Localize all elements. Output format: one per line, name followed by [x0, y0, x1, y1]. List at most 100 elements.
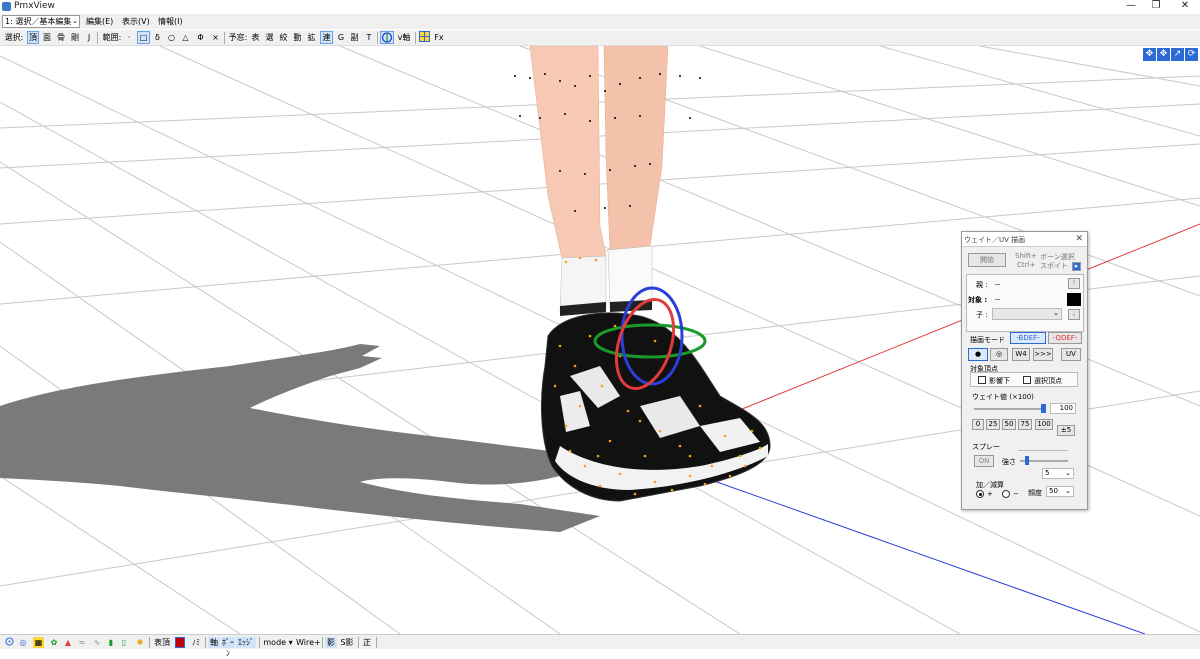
rotate-icon[interactable]: ⟳: [1185, 48, 1198, 61]
select-face-button[interactable]: 面: [41, 31, 53, 44]
weight-slider-track[interactable]: [974, 408, 1046, 410]
status-divider: [358, 637, 359, 648]
weight-preset-25[interactable]: 25: [986, 419, 1000, 430]
minimize-button[interactable]: —: [1118, 0, 1144, 13]
axis-toggle[interactable]: 軸: [208, 637, 220, 648]
menu-view[interactable]: 表示(V): [122, 16, 150, 27]
select-rigid-button[interactable]: 剛: [69, 31, 81, 44]
lock-move-button[interactable]: 動: [292, 31, 303, 44]
qdef-button[interactable]: -QDEF-: [1048, 332, 1082, 344]
lock-show-button[interactable]: 表: [250, 31, 261, 44]
select-bone-button[interactable]: 骨: [55, 31, 67, 44]
bone-toggle[interactable]: ﾎﾞｰﾝ: [221, 637, 235, 658]
weight-slider-thumb[interactable]: [1041, 404, 1046, 413]
morph-icon[interactable]: ≈: [77, 637, 87, 648]
weight-value-input[interactable]: 100: [1050, 403, 1076, 414]
show-vertex-label[interactable]: 表頂: [152, 637, 172, 648]
target-icon[interactable]: [4, 637, 14, 648]
weight-preset-100[interactable]: 100: [1035, 419, 1053, 430]
grid-icon[interactable]: [418, 31, 431, 44]
brush-ring-button[interactable]: ◎: [990, 348, 1008, 361]
bdef-button[interactable]: -BDEF-: [1010, 332, 1046, 344]
range-circle-button[interactable]: ○: [166, 31, 177, 44]
title-bar: PmxView — ❐ ✕: [0, 0, 1200, 13]
wire-toggle[interactable]: Wire+: [296, 637, 321, 648]
select-joint-button[interactable]: J: [84, 31, 94, 44]
target-color-swatch[interactable]: [1067, 293, 1081, 306]
frequency-select[interactable]: 50 ⌄: [1046, 486, 1074, 497]
child-label: 子 :: [976, 311, 988, 319]
lock-filter-button[interactable]: 絞: [278, 31, 289, 44]
zoom-icon[interactable]: ↗: [1171, 48, 1184, 61]
menu-edit[interactable]: 編集(E): [86, 16, 113, 27]
uv-button[interactable]: UV: [1061, 348, 1081, 361]
edit-mode-select[interactable]: 1: 選択／基本編集 ⌄: [2, 15, 80, 28]
axis-gizmo-icon[interactable]: [380, 31, 394, 44]
w4-button[interactable]: W4: [1012, 348, 1030, 361]
maximize-button[interactable]: ❐: [1143, 0, 1169, 13]
shadow-toggle[interactable]: 影: [325, 637, 337, 648]
v-axis-button[interactable]: v軸: [396, 31, 412, 44]
normal-label[interactable]: ﾉﾐ: [189, 637, 203, 648]
expand-icon[interactable]: ▸: [1072, 262, 1081, 271]
plus-label: +: [987, 490, 993, 498]
child-down-icon[interactable]: ↓: [1068, 309, 1080, 320]
minus-radio[interactable]: [1002, 490, 1010, 498]
child-select[interactable]: ⌄: [992, 308, 1062, 320]
leaf-icon[interactable]: ✿: [49, 637, 59, 648]
color-swatch-icon[interactable]: [175, 637, 185, 648]
close-button[interactable]: ✕: [1172, 0, 1198, 13]
chevron-down-icon: ⌄: [1053, 309, 1059, 317]
forward-button[interactable]: >>>: [1033, 348, 1053, 361]
range-clear-button[interactable]: ×: [210, 31, 221, 44]
lock-group-button[interactable]: G: [336, 31, 346, 44]
parent-up-icon[interactable]: ↑: [1068, 278, 1080, 289]
select-vertex-button[interactable]: 頂: [27, 31, 39, 44]
spray-on-button[interactable]: ON: [974, 455, 994, 467]
range-phi-button[interactable]: Φ: [195, 31, 206, 44]
plus-radio[interactable]: [976, 490, 984, 498]
bone-yellow-icon[interactable]: ▯: [120, 637, 128, 648]
strength-label: 強さ: [1002, 458, 1016, 466]
draw-mode-label: 描画モード: [970, 336, 1005, 344]
toolbar: 選択: 頂 面 骨 剛 J 範囲: · □ δ ○ △ Φ × 予窓: 表 選 …: [0, 30, 1200, 46]
weight-preset-0[interactable]: 0: [972, 419, 984, 430]
weight-preset-50[interactable]: 50: [1002, 419, 1016, 430]
lock-scale-button[interactable]: 拡: [306, 31, 317, 44]
start-button[interactable]: 開始: [968, 253, 1006, 267]
snap-icon[interactable]: ◎: [18, 637, 28, 648]
panel-close-icon[interactable]: ✕: [1075, 234, 1083, 244]
edge-toggle[interactable]: ｴｯｼﾞ: [236, 637, 256, 648]
bone-green-icon[interactable]: ▮: [107, 637, 115, 648]
selected-vertex-checkbox[interactable]: [1023, 376, 1031, 384]
self-shadow-toggle[interactable]: S影: [339, 637, 355, 648]
mode-dropdown[interactable]: mode ▾: [262, 637, 294, 648]
strength-slider-thumb[interactable]: [1025, 456, 1029, 465]
plusminus-button[interactable]: ±5: [1057, 425, 1075, 436]
wave-icon[interactable]: ∿: [92, 637, 102, 648]
weight-preset-75[interactable]: 75: [1018, 419, 1032, 430]
fx-button[interactable]: Fx: [433, 31, 445, 44]
shadow: [0, 344, 600, 532]
settings-icon[interactable]: ✱: [135, 637, 145, 648]
range-triangle-button[interactable]: △: [180, 31, 191, 44]
brush-solid-button[interactable]: ●: [968, 348, 988, 361]
lock-t-button[interactable]: T: [364, 31, 374, 44]
grid-toggle-icon[interactable]: ▦: [33, 637, 44, 648]
lock-sub-button[interactable]: 副: [349, 31, 360, 44]
ortho-toggle[interactable]: 正: [361, 637, 373, 648]
menu-bar: 1: 選択／基本編集 ⌄ 編集(E) 表示(V) 情報(I): [0, 14, 1200, 29]
selected-vertex-label: 選択頂点: [1034, 377, 1062, 385]
range-delta-button[interactable]: δ: [152, 31, 163, 44]
shadow-checkbox[interactable]: [978, 376, 986, 384]
range-rect-button[interactable]: □: [137, 31, 150, 44]
range-point-button[interactable]: ·: [124, 31, 134, 44]
pan-icon[interactable]: ✥: [1143, 48, 1156, 61]
strength-select[interactable]: 5 ⌄: [1042, 468, 1074, 479]
warning-icon[interactable]: ▲: [63, 637, 73, 648]
lock-link-button[interactable]: 連: [320, 31, 333, 44]
menu-info[interactable]: 情報(I): [158, 16, 183, 27]
status-bar: ◎ ▦ ✿ ▲ ≈ ∿ ▮ ▯ ✱ 表頂 ﾉﾐ 軸 ﾎﾞｰﾝ ｴｯｼﾞ mode…: [0, 634, 1200, 658]
lock-select-button[interactable]: 選: [264, 31, 275, 44]
move-icon[interactable]: ✥: [1157, 48, 1170, 61]
